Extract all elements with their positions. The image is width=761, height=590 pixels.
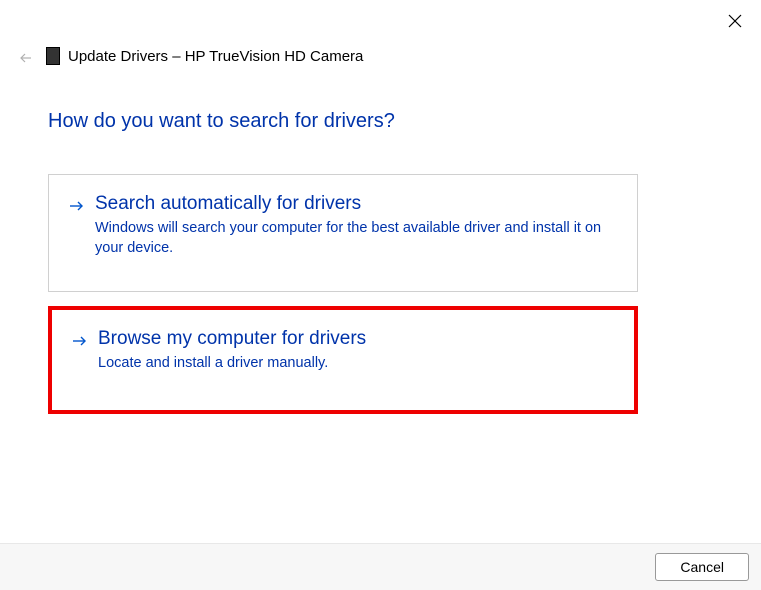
option-search-automatically[interactable]: Search automatically for drivers Windows… <box>48 174 638 292</box>
dialog-footer: Cancel <box>0 543 761 590</box>
option-description: Locate and install a driver manually. <box>98 354 614 374</box>
main-heading: How do you want to search for drivers? <box>48 110 395 133</box>
back-button[interactable] <box>16 50 36 70</box>
option-browse-computer[interactable]: Browse my computer for drivers Locate an… <box>48 306 638 414</box>
option-description: Windows will search your computer for th… <box>95 219 617 258</box>
close-button[interactable] <box>727 15 743 31</box>
device-icon <box>46 47 60 65</box>
arrow-right-icon <box>69 198 85 214</box>
dialog-header: Update Drivers – HP TrueVision HD Camera <box>46 47 363 65</box>
arrow-right-icon <box>72 333 88 349</box>
back-arrow-icon <box>19 51 33 70</box>
cancel-button[interactable]: Cancel <box>655 553 749 581</box>
close-icon <box>728 14 742 33</box>
option-title: Search automatically for drivers <box>95 193 617 215</box>
option-title: Browse my computer for drivers <box>98 328 614 350</box>
dialog-title: Update Drivers – HP TrueVision HD Camera <box>68 48 363 65</box>
